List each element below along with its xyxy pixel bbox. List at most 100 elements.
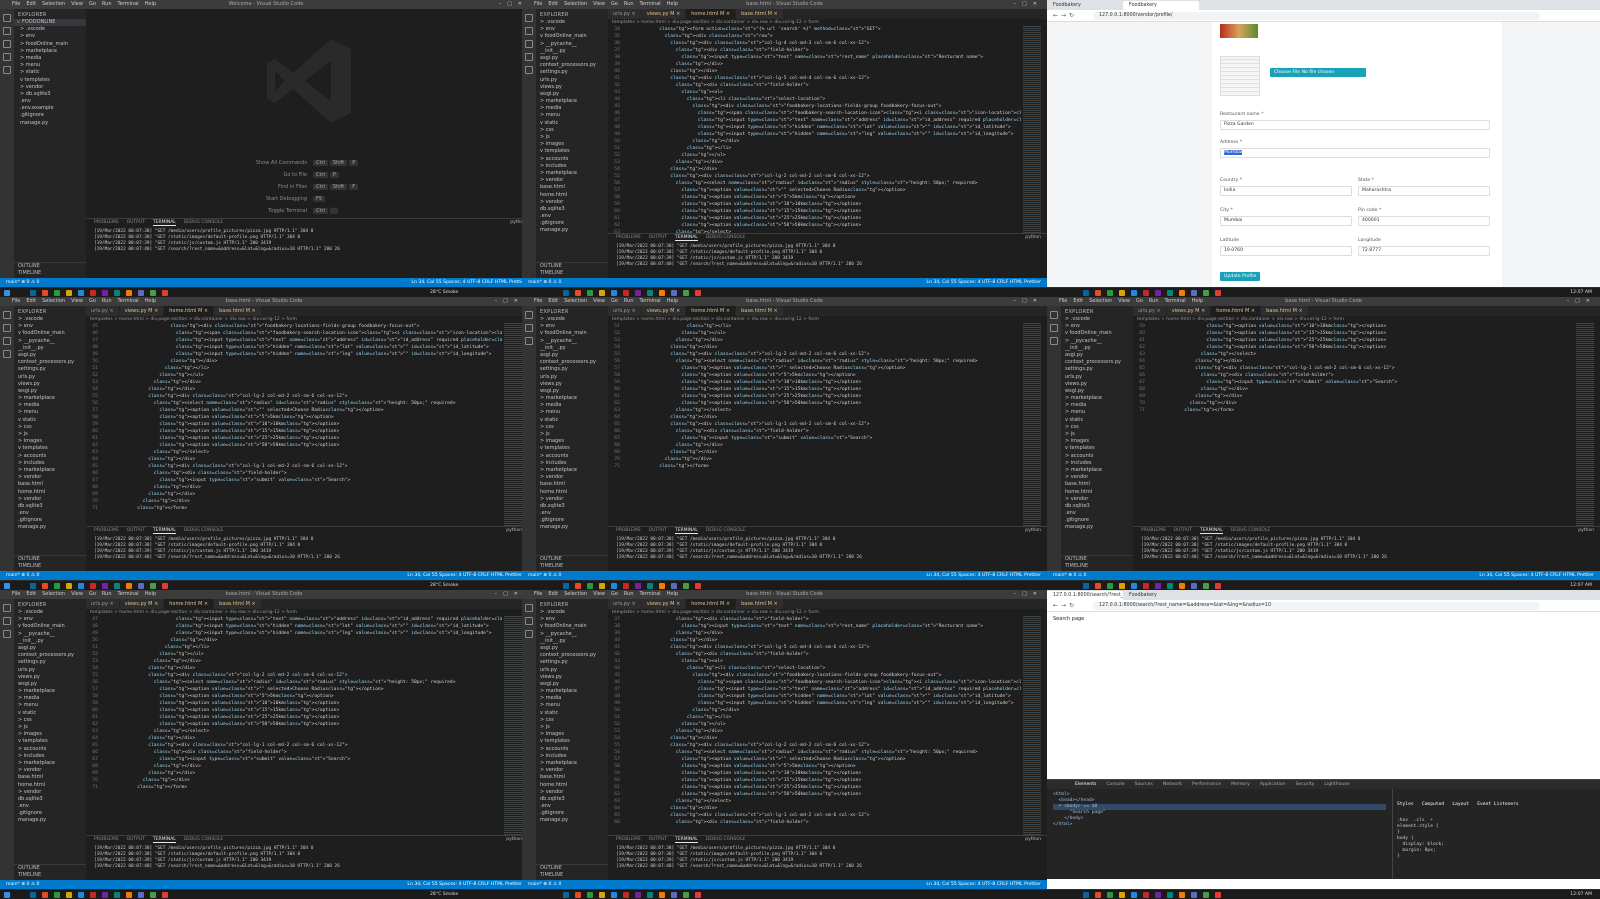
taskbar-app-icon[interactable]	[587, 583, 593, 589]
file-tree-item[interactable]: v static	[14, 417, 86, 424]
taskbar-app-icon[interactable]	[647, 892, 653, 898]
file-tree-item[interactable]: > marketplace	[14, 688, 86, 695]
file-tree-item[interactable]: v foodOnline_main	[536, 330, 608, 337]
file-tree[interactable]: > .vscode > env v foodOnline_main > __pyca…	[536, 19, 608, 235]
taskbar-app-icon[interactable]	[30, 892, 36, 898]
taskbar-app-icon[interactable]	[102, 892, 108, 898]
file-tree-item[interactable]: .env	[14, 98, 86, 105]
taskbar-app-icon[interactable]	[599, 290, 605, 296]
file-tree-item[interactable]: .env	[14, 510, 86, 517]
file-tree-item[interactable]: db.sqlite3	[536, 206, 608, 213]
minimap[interactable]	[1023, 323, 1041, 526]
file-tree-item[interactable]: settings.py	[14, 366, 86, 373]
taskbar-app-icon[interactable]	[102, 583, 108, 589]
file-tree-item[interactable]: > css	[536, 127, 608, 134]
taskbar-app-icon[interactable]	[635, 290, 641, 296]
source-control-icon[interactable]	[3, 337, 11, 345]
file-tree-item[interactable]: views.py	[536, 674, 608, 681]
file-tree-item[interactable]: > media	[14, 55, 86, 62]
file-tree-item[interactable]: v templates	[14, 738, 86, 745]
project-folder[interactable]: v FOODONLINE	[14, 19, 86, 27]
taskbar-app-icon[interactable]	[1155, 290, 1161, 296]
file-tree-item[interactable]: > css	[536, 424, 608, 431]
taskbar-app-icon[interactable]	[1095, 892, 1101, 898]
file-tree-item[interactable]: home.html	[14, 489, 86, 496]
file-tree-item[interactable]: > css	[536, 717, 608, 724]
taskbar-app-icon[interactable]	[647, 290, 653, 296]
minimap[interactable]	[1023, 26, 1041, 233]
taskbar-app-icon[interactable]	[90, 892, 96, 898]
file-tree-item[interactable]: > accounts	[14, 746, 86, 753]
welcome-command[interactable]: Go to File Ctrl P	[237, 169, 381, 181]
file-tree-item[interactable]: __init__.py	[536, 48, 608, 55]
file-tree[interactable]: > .vscode > env v foodOnline_main > __pyca…	[1061, 316, 1133, 532]
taskbar-app-icon[interactable]	[683, 290, 689, 296]
file-tree-item[interactable]: __init__.py	[536, 638, 608, 645]
file-tree-item[interactable]: > marketplace	[14, 48, 86, 55]
file-tree-item[interactable]: views.py	[1061, 381, 1133, 388]
editor-tabs[interactable]: urls.py × views.py M × home.html M × base.h…	[608, 306, 1047, 316]
file-tree-item[interactable]: > menu	[1061, 409, 1133, 416]
file-tree-item[interactable]: > env	[14, 33, 86, 40]
file-tree-item[interactable]: urls.py	[14, 667, 86, 674]
file-tree-item[interactable]: v templates	[536, 148, 608, 155]
file-tree-item[interactable]: > includes	[536, 163, 608, 170]
file-tree-item[interactable]: > env	[14, 323, 86, 330]
explorer-icon[interactable]	[1050, 311, 1058, 319]
taskbar-app-icon[interactable]	[42, 290, 48, 296]
start-icon[interactable]	[4, 583, 10, 589]
file-tree-item[interactable]: asgi.py	[536, 352, 608, 359]
taskbar-app-icon[interactable]	[162, 583, 168, 589]
taskbar-app-icon[interactable]	[1155, 583, 1161, 589]
file-tree-item[interactable]: > env	[14, 616, 86, 623]
address-bar[interactable]: 127.0.0.1:8000/search/?rest_name=&addres…	[1093, 602, 1540, 610]
welcome-command[interactable]: Find in Files Ctrl Shift F	[237, 181, 381, 193]
state-input[interactable]: Maharashtra	[1358, 186, 1490, 196]
nav-buttons[interactable]: ←→↻	[1053, 10, 1077, 22]
code-editor[interactable]: 59 60 61 62 63 64 65 66 67 68 69 70 71 class="tg"><o…	[1133, 323, 1600, 526]
file-tree-item[interactable]: home.html	[1061, 489, 1133, 496]
taskbar-app-icon[interactable]	[1167, 583, 1173, 589]
devtools-tab[interactable]: Application	[1260, 782, 1286, 787]
file-tree-item[interactable]: > images	[536, 438, 608, 445]
taskbar-app-icon[interactable]	[1143, 892, 1149, 898]
taskbar-app-icon[interactable]	[126, 290, 132, 296]
taskbar-app-icon[interactable]	[1107, 290, 1113, 296]
file-tree-item[interactable]: asgi.py	[536, 55, 608, 62]
file-tree-item[interactable]: urls.py	[14, 374, 86, 381]
file-tree-item[interactable]: > css	[14, 717, 86, 724]
taskbar-app-icon[interactable]	[1131, 290, 1137, 296]
taskbar-app-icon[interactable]	[1191, 290, 1197, 296]
devtools-tab[interactable]: Console	[1106, 782, 1124, 787]
editor-tabs[interactable]: urls.py × views.py M × home.html M × base.h…	[86, 306, 528, 316]
file-tree-item[interactable]: settings.py	[14, 659, 86, 666]
taskbar-app-icon[interactable]	[126, 583, 132, 589]
file-tree-item[interactable]: wsgi.py	[536, 681, 608, 688]
file-tree-item[interactable]: > __pycache__	[536, 41, 608, 48]
editor-tab[interactable]: views.py M ×	[641, 599, 687, 609]
taskbar-app-icon[interactable]	[611, 290, 617, 296]
file-tree-item[interactable]: .env	[14, 803, 86, 810]
file-tree-item[interactable]: > js	[536, 134, 608, 141]
file-tree-item[interactable]: v foodOnline_main	[536, 33, 608, 40]
file-tree-item[interactable]: > marketplace	[536, 395, 608, 402]
taskbar-app-icon[interactable]	[1155, 892, 1161, 898]
file-tree-item[interactable]: .env	[536, 803, 608, 810]
file-tree-item[interactable]: > env	[536, 323, 608, 330]
editor-tab[interactable]: base.html M ×	[736, 599, 784, 609]
file-tree-item[interactable]: views.py	[14, 381, 86, 388]
file-tree-item[interactable]: settings.py	[536, 69, 608, 76]
file-tree-item[interactable]: > vendor	[14, 767, 86, 774]
file-tree-item[interactable]: urls.py	[1061, 374, 1133, 381]
file-tree-item[interactable]: context_processors.py	[14, 359, 86, 366]
minimap[interactable]	[1576, 323, 1594, 526]
file-tree-item[interactable]: __init__.py	[536, 345, 608, 352]
file-tree-item[interactable]: > media	[536, 402, 608, 409]
file-tree-item[interactable]: settings.py	[536, 659, 608, 666]
file-tree-item[interactable]: .gitignore	[14, 517, 86, 524]
taskbar-app-icon[interactable]	[575, 290, 581, 296]
taskbar-app-icon[interactable]	[78, 290, 84, 296]
file-tree-item[interactable]: manage.py	[14, 524, 86, 531]
taskbar-app-icon[interactable]	[138, 583, 144, 589]
taskbar-app-icon[interactable]	[150, 892, 156, 898]
